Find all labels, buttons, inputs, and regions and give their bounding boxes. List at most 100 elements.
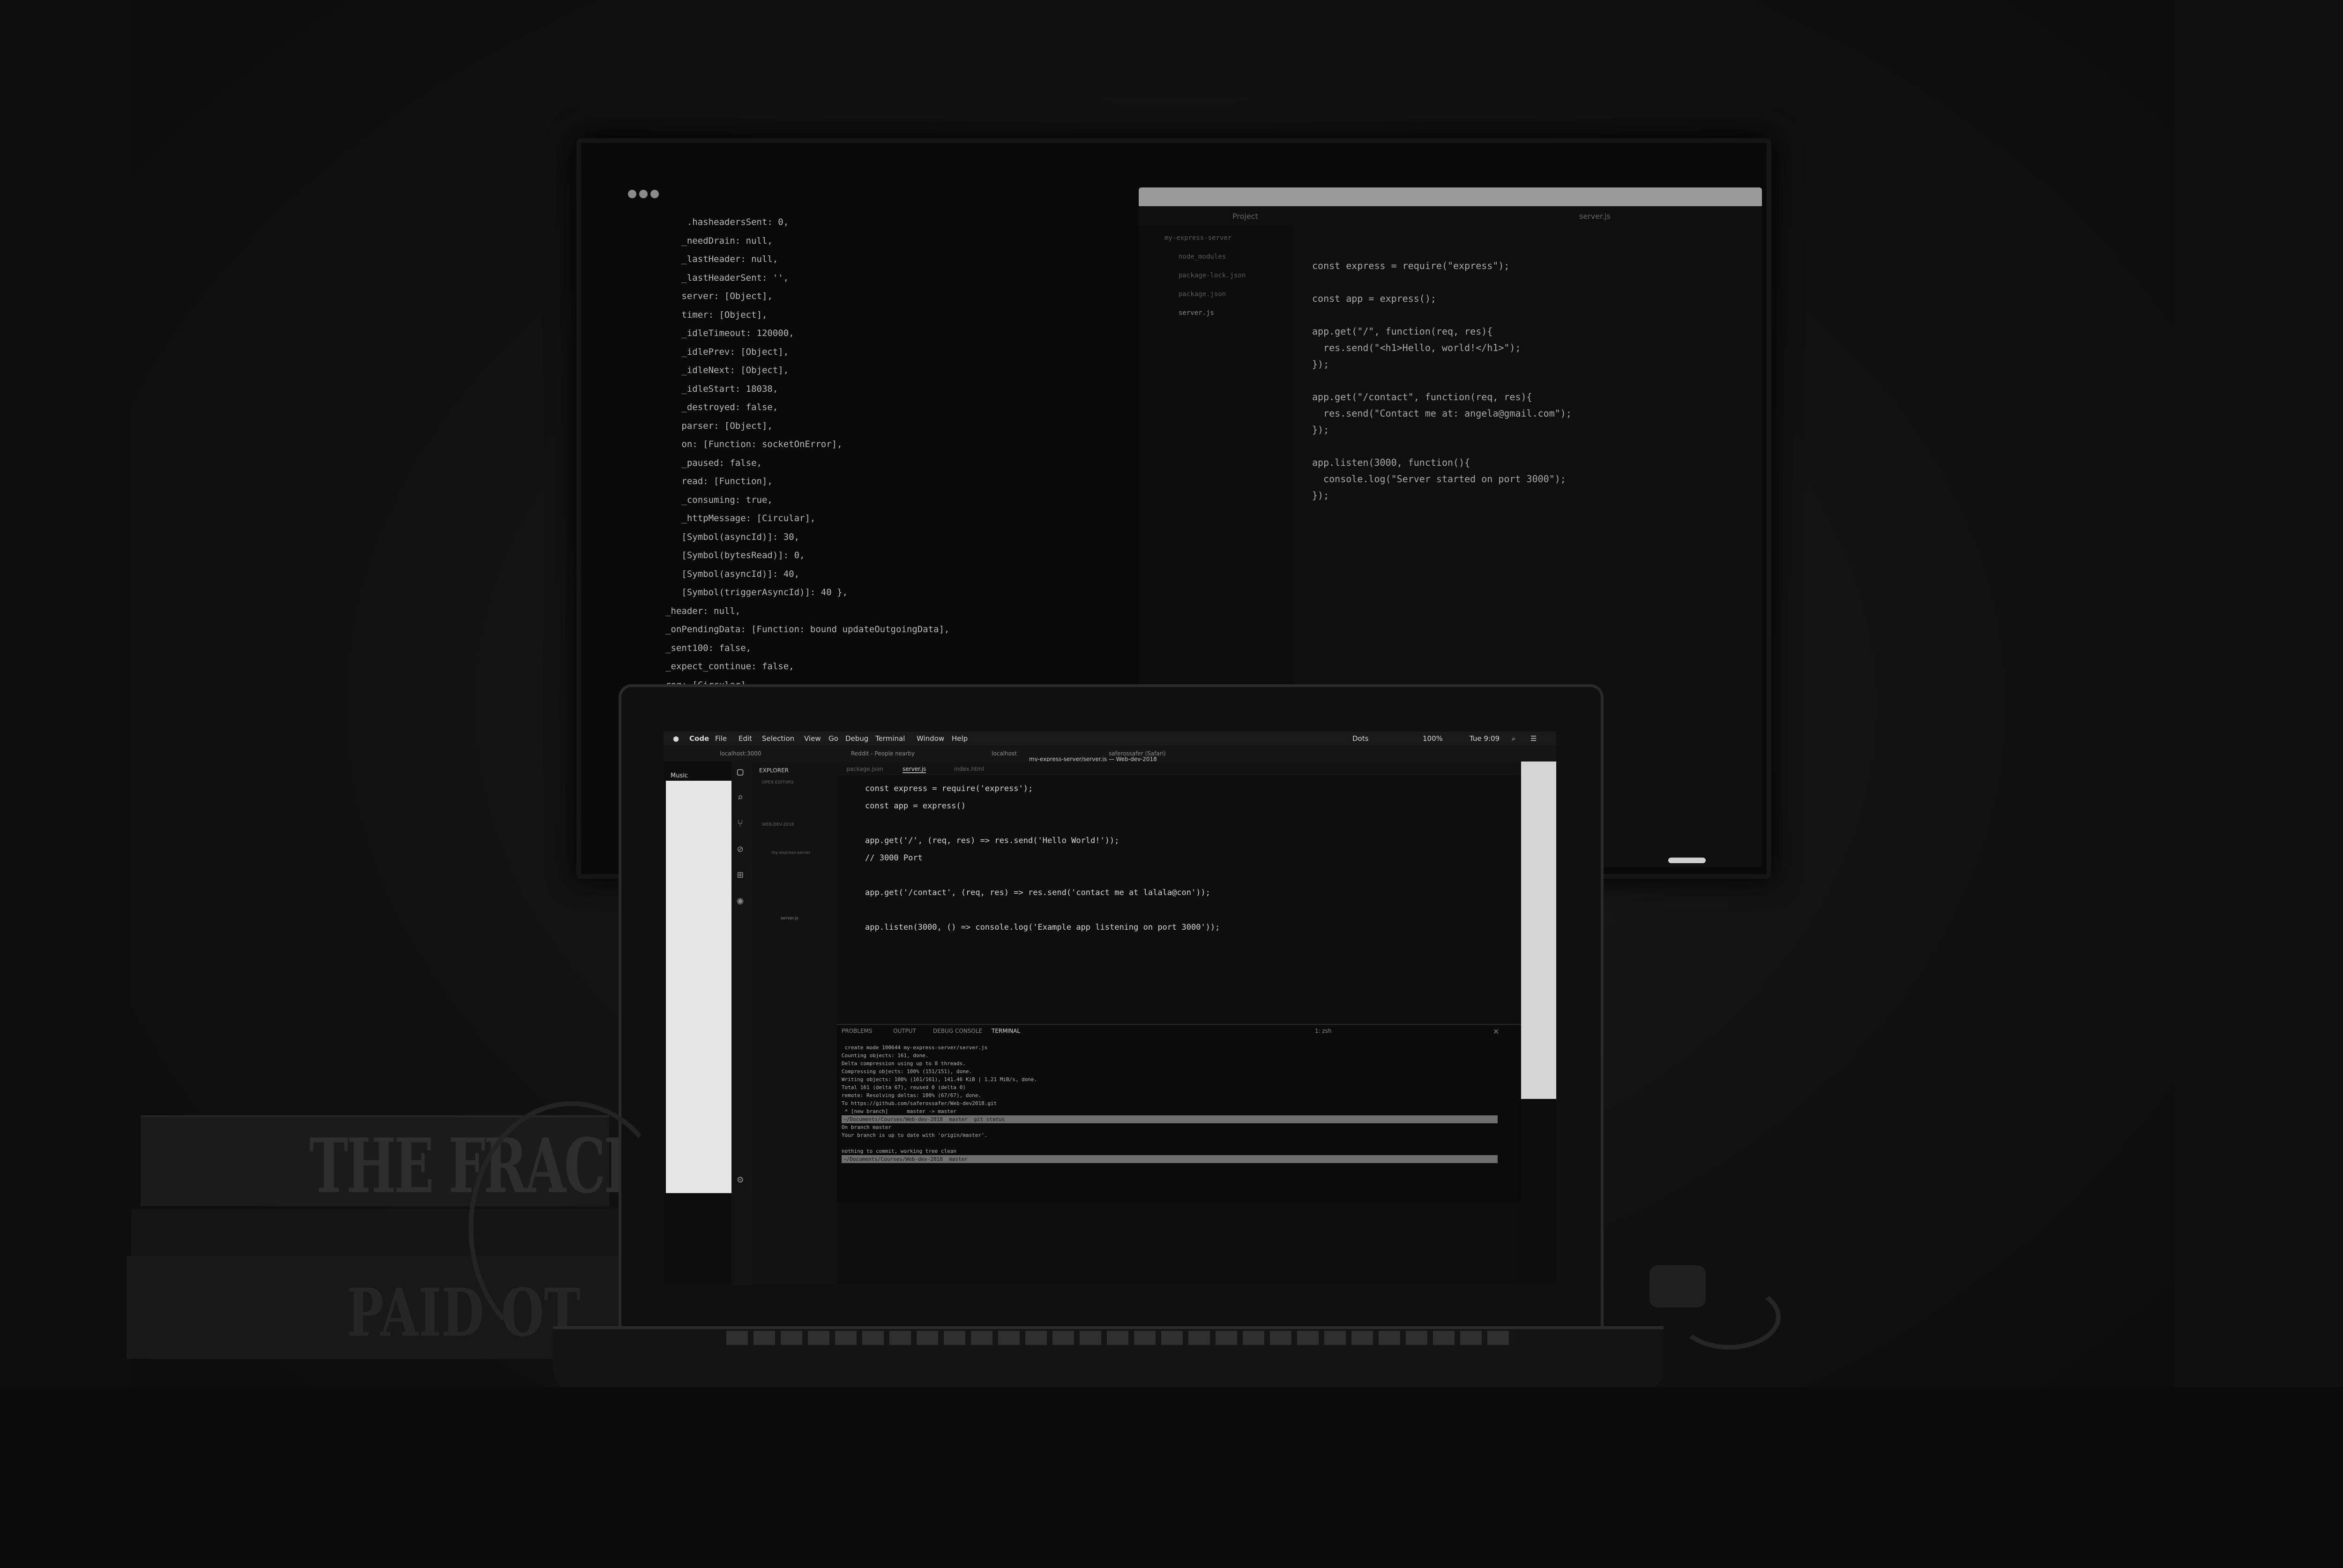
code-line: res.send("Contact me at: angela@gmail.co… (1312, 408, 1572, 419)
menu-debug[interactable]: Debug (845, 734, 868, 743)
terminal-line: parser: [Object], (628, 420, 773, 431)
close-dot-icon[interactable] (628, 190, 636, 198)
menu-file[interactable]: File (715, 734, 727, 743)
right-wall (2174, 0, 2343, 1568)
tab-server-js[interactable]: server.js (903, 766, 926, 773)
zoom-dot-icon[interactable] (650, 190, 659, 198)
editor-titlebar (1139, 187, 1762, 206)
monitor-code-area[interactable]: const express = require("express"); cons… (1312, 258, 1753, 504)
gear-icon[interactable]: ⚙ (737, 1174, 743, 1186)
code-area[interactable]: const express = require('express'); const… (865, 780, 1512, 936)
sidebar-item[interactable]: package-lock.json (1179, 272, 1246, 279)
shell-selector[interactable]: 1: zsh (1315, 1028, 1332, 1034)
code-line: app.get("/", function(req, res){ (1312, 326, 1493, 337)
sidebar-item[interactable]: package.json (1179, 291, 1226, 298)
menu-selection[interactable]: Selection (762, 734, 794, 743)
battery-status[interactable]: 100% (1423, 734, 1443, 743)
terminal-line: server: [Object], (628, 291, 773, 301)
menu-window[interactable]: Window (917, 734, 944, 743)
terminal-line: create mode 100644 my-express-server/ser… (842, 1045, 988, 1051)
minimize-dot-icon[interactable] (639, 190, 648, 198)
terminal-line: _idleTimeout: 120000, (628, 328, 794, 338)
sidebar-item[interactable]: node_modules (1179, 253, 1226, 261)
menu-view[interactable]: View (804, 734, 821, 743)
tab-terminal[interactable]: TERMINAL (992, 1028, 1020, 1034)
menubar-clock[interactable]: Tue 9:09 (1470, 734, 1500, 743)
browser-tab-bar: localhost:3000 Reddit - People nearby lo… (664, 746, 1556, 762)
debug-icon[interactable]: ⊘ (737, 844, 743, 855)
terminal-line: _consuming: true, (628, 494, 773, 505)
code-line: }); (1312, 490, 1329, 501)
editor-tab-bar: package.json server.js index.html (837, 762, 1521, 776)
terminal-line: _paused: false, (628, 457, 762, 468)
menubar-user[interactable]: Dots (1352, 734, 1368, 743)
keyboard-row (726, 1331, 1514, 1345)
tab-project[interactable]: Project (1232, 212, 1258, 221)
terminal-line: [Symbol(triggerAsyncId)]: 40 }, (628, 587, 848, 597)
code-line: const app = express(); (1312, 293, 1436, 304)
terminal-line: remote: Resolving deltas: 100% (67/67), … (842, 1092, 982, 1098)
explorer-title: EXPLORER (759, 767, 789, 774)
sidebar-item[interactable]: my-express-server (1164, 234, 1231, 242)
menu-go[interactable]: Go (828, 734, 838, 743)
explorer-file-server-js[interactable]: server.js (781, 916, 798, 921)
terminal-line: ~/Documents/Courses/Web-dev-2018 master (842, 1155, 1498, 1163)
files-icon[interactable]: ▢ (737, 766, 743, 778)
tab-output[interactable]: OUTPUT (893, 1028, 916, 1034)
search-icon[interactable]: ⌕ (1512, 734, 1515, 743)
search-icon[interactable]: ⌕ (737, 792, 743, 804)
menu-terminal[interactable]: Terminal (875, 734, 905, 743)
code-line: app.listen(3000, () => console.log('Exam… (865, 923, 1220, 932)
browser-tab[interactable]: localhost:3000 (720, 750, 761, 757)
terminal-line: _httpMessage: [Circular], (628, 513, 816, 523)
browser-tab[interactable]: localhost (992, 750, 1017, 757)
safari-music-label[interactable]: Music (671, 772, 688, 779)
terminal-line: _sent100: false, (628, 642, 752, 653)
explorer-section[interactable]: WEB-DEV-2018 (762, 822, 794, 827)
terminal-line: _lastHeaderSent: '', (628, 272, 789, 283)
macos-menubar: ● Code File Edit Selection View Go Debug… (664, 732, 1556, 746)
terminal-line: read: [Function], (628, 476, 773, 486)
tab-problems[interactable]: PROBLEMS (842, 1028, 873, 1034)
terminal-line: timer: [Object], (628, 309, 768, 320)
tab-index-html[interactable]: index.html (954, 766, 984, 772)
apple-icon[interactable]: ● (673, 734, 679, 743)
explorer-section[interactable]: OPEN EDITORS (762, 780, 794, 785)
menu-help[interactable]: Help (952, 734, 968, 743)
laptop-cable-left (469, 1101, 675, 1354)
terminal-line: _lastHeader: null, (628, 254, 778, 264)
control-center-icon[interactable]: ☰ (1530, 734, 1537, 743)
tab-package-json[interactable]: package.json (846, 766, 883, 772)
desk-surface (0, 1387, 2343, 1568)
source-control-icon[interactable]: ⑂ (737, 818, 743, 829)
github-icon[interactable]: ◉ (737, 895, 743, 907)
monitor-power-led (1668, 858, 1706, 863)
terminal-line: Delta compression using up to 8 threads. (842, 1060, 966, 1067)
close-icon[interactable]: × (1493, 1027, 1499, 1036)
bottom-panel: PROBLEMS OUTPUT DEBUG CONSOLE TERMINAL 1… (837, 1024, 1521, 1203)
sidebar-item[interactable]: server.js (1179, 309, 1214, 317)
extensions-icon[interactable]: ⊞ (737, 869, 743, 881)
menu-app[interactable]: Code (689, 734, 709, 743)
menu-edit[interactable]: Edit (739, 734, 752, 743)
explorer-section[interactable]: my-express-server (771, 851, 811, 855)
terminal-line: _expect_continue: false, (628, 661, 794, 672)
terminal-line: _onPendingData: [Function: bound updateO… (628, 624, 950, 635)
tab-server-js[interactable]: server.js (1579, 212, 1611, 221)
terminal-line: * [new branch] master -> master (842, 1108, 957, 1114)
browser-tab[interactable]: Reddit - People nearby (851, 750, 915, 757)
terminal-line: _idleStart: 18038, (628, 383, 778, 394)
tab-debug-console[interactable]: DEBUG CONSOLE (933, 1028, 982, 1034)
terminal-line: _idlePrev: [Object], (628, 346, 789, 357)
terminal-line: on: [Function: socketOnError], (628, 439, 843, 449)
terminal-line: nothing to commit, working tree clean (842, 1148, 957, 1154)
integrated-terminal[interactable]: create mode 100644 my-express-server/ser… (842, 1044, 1498, 1163)
code-line: const express = require('express'); (865, 784, 1033, 793)
code-line: // 3000 Port (865, 853, 923, 863)
